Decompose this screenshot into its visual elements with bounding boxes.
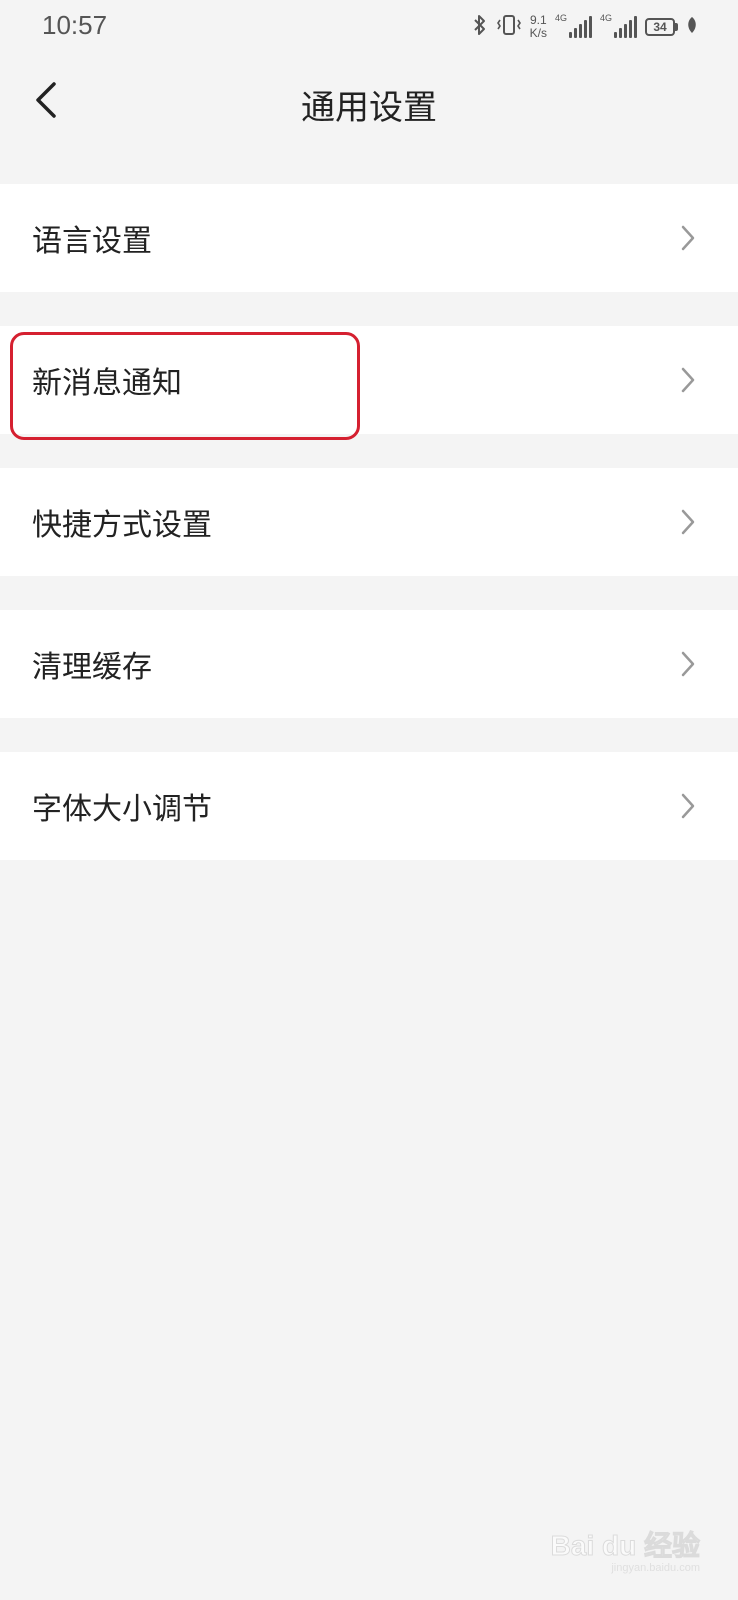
setting-language[interactable]: 语言设置 <box>0 184 738 292</box>
network-speed-unit: K/s <box>529 26 547 40</box>
setting-label: 新消息通知 <box>32 366 182 401</box>
setting-label: 清理缓存 <box>32 650 152 685</box>
signal-2-label: 4G <box>600 13 613 23</box>
watermark-url: jingyan.baidu.com <box>611 1562 700 1574</box>
signal-icon: 4G <box>555 13 592 38</box>
battery-icon: 34 <box>645 18 678 36</box>
setting-label: 语言设置 <box>32 224 152 259</box>
chevron-right-icon <box>678 649 698 679</box>
status-time: 10:57 <box>42 10 108 40</box>
watermark-logo: Bai du 经验 <box>550 1530 700 1562</box>
page-header: 通用设置 <box>0 60 738 150</box>
status-icons: 9.1 K/s 4G 4G 34 <box>472 12 698 42</box>
setting-font-size[interactable]: 字体大小调节 <box>0 752 738 860</box>
chevron-right-icon <box>678 223 698 253</box>
signal-1-label: 4G <box>555 13 568 23</box>
setting-shortcut[interactable]: 快捷方式设置 <box>0 468 738 576</box>
setting-label: 字体大小调节 <box>32 792 212 827</box>
vibrate-icon <box>496 13 522 41</box>
setting-label: 快捷方式设置 <box>32 508 212 543</box>
page-title: 通用设置 <box>301 88 437 128</box>
status-bar: 10:57 9.1 K/s 4G 4G 34 <box>0 0 738 52</box>
bluetooth-icon <box>472 13 488 41</box>
chevron-right-icon <box>678 365 698 395</box>
battery-level: 34 <box>645 18 675 36</box>
setting-new-message-notification[interactable]: 新消息通知 <box>0 326 738 434</box>
watermark: Bai du 经验 jingyan.baidu.com <box>550 1524 700 1575</box>
chevron-right-icon <box>678 791 698 821</box>
chevron-right-icon <box>678 507 698 537</box>
signal-icon-2: 4G <box>600 13 637 38</box>
setting-clear-cache[interactable]: 清理缓存 <box>0 610 738 718</box>
leaf-icon <box>686 15 698 39</box>
network-speed: 9.1 K/s <box>530 14 547 40</box>
